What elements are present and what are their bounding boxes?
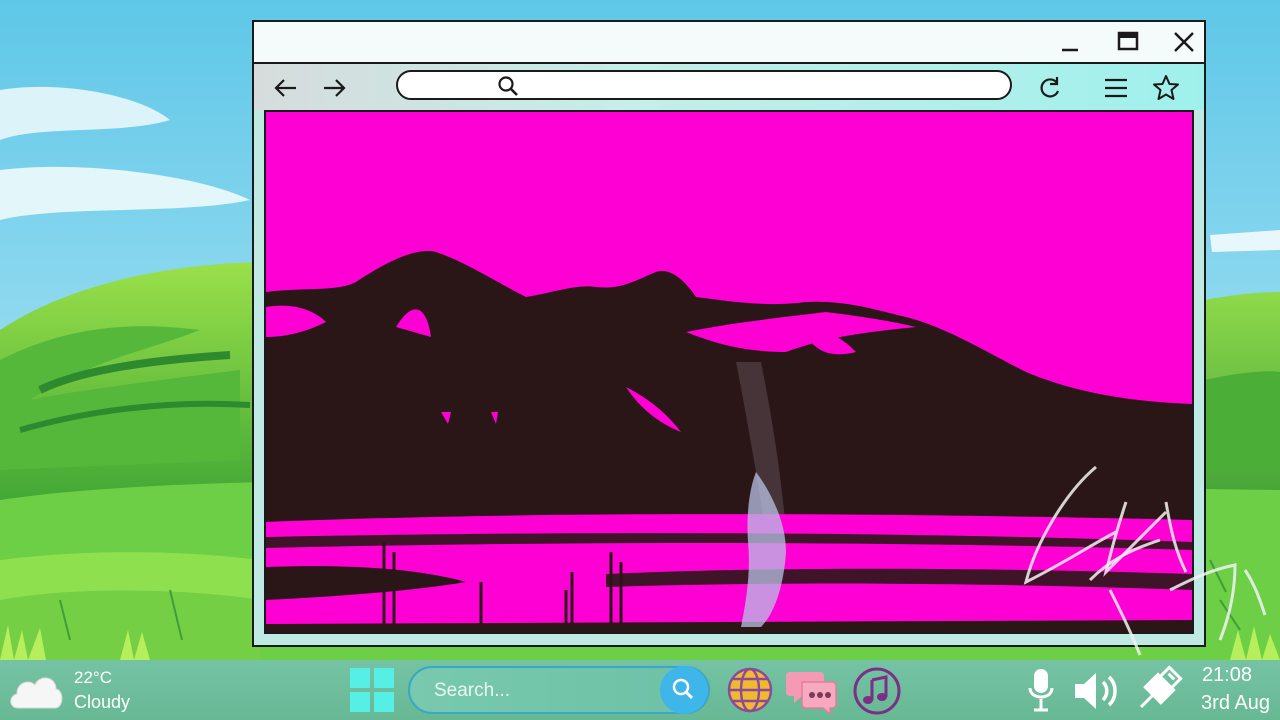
taskbar: 22°C Cloudy Search... 21:08 3rd Aug — [0, 660, 1280, 720]
browser-toolbar — [254, 64, 1204, 110]
weather-condition: Cloudy — [74, 692, 131, 712]
device-connection-button[interactable] — [1132, 664, 1184, 716]
back-button[interactable] — [272, 74, 300, 102]
messages-app-button[interactable] — [786, 666, 838, 716]
search-placeholder: Search... — [434, 680, 511, 701]
microphone-icon — [1028, 669, 1054, 712]
close-button[interactable] — [1170, 28, 1198, 56]
microphone-button[interactable] — [1026, 666, 1056, 716]
reload-icon — [1040, 77, 1060, 98]
close-icon — [1174, 32, 1194, 52]
windows-logo-icon — [350, 668, 394, 712]
arrow-right-icon — [324, 79, 346, 97]
start-button[interactable] — [348, 666, 396, 714]
bookmark-button[interactable] — [1152, 74, 1180, 102]
system-clock[interactable]: 21:08 3rd Aug — [1186, 660, 1280, 720]
clock-date: 3rd Aug — [1201, 692, 1270, 714]
clock-time: 21:08 — [1201, 664, 1252, 686]
weather-widget[interactable]: 22°C Cloudy — [0, 660, 150, 720]
speaker-icon — [1075, 673, 1117, 709]
minimize-icon — [1062, 48, 1078, 52]
browser-app-button[interactable] — [726, 666, 774, 714]
volume-button[interactable] — [1072, 668, 1122, 714]
address-bar[interactable] — [396, 70, 1012, 100]
music-note-icon — [853, 667, 901, 715]
cloud-icon — [10, 677, 63, 709]
title-bar — [254, 22, 1204, 64]
hamburger-menu-icon — [1105, 78, 1127, 98]
search-icon — [672, 678, 694, 700]
watermark-signature-tail — [1088, 538, 1267, 656]
music-app-button[interactable] — [852, 666, 902, 716]
forward-button[interactable] — [320, 74, 348, 102]
minimize-button[interactable] — [1056, 28, 1084, 56]
menu-button[interactable] — [1102, 74, 1130, 102]
search-icon — [498, 76, 518, 96]
arrow-left-icon — [274, 79, 296, 97]
maximize-icon — [1117, 31, 1139, 51]
chat-bubbles-icon — [786, 672, 837, 716]
star-icon — [1153, 75, 1179, 100]
globe-icon — [727, 667, 773, 713]
usb-plug-icon — [1139, 665, 1183, 709]
reload-button[interactable] — [1036, 74, 1064, 102]
maximize-button[interactable] — [1114, 28, 1142, 56]
weather-temperature: 22°C — [74, 668, 112, 687]
search-button[interactable] — [660, 666, 708, 714]
